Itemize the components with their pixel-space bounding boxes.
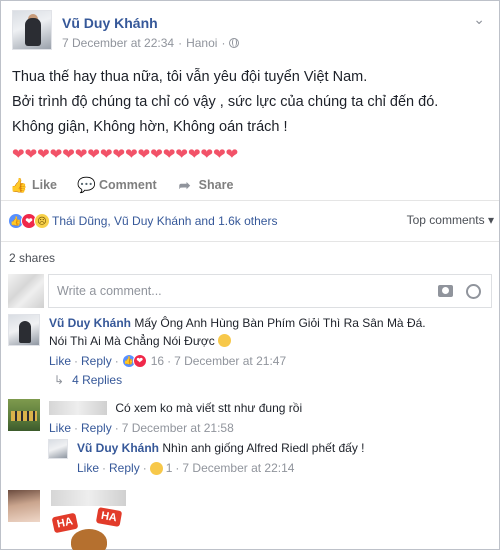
comment-content: Có xem ko mà viết stt như đung rồi Like …: [49, 399, 302, 437]
reply-reaction-count[interactable]: 1: [166, 459, 173, 477]
post-body: Thua thế hay thua nữa, tôi vẫn yêu đội t…: [12, 65, 492, 166]
blurred-author-name: [51, 490, 126, 506]
shares-count[interactable]: 2 shares: [9, 251, 55, 265]
comment-text-body: Có xem ko mà viết stt như đung rồi: [115, 401, 303, 415]
comment-input[interactable]: Write a comment...: [48, 274, 492, 308]
share-arrow-icon: ➦: [178, 176, 191, 193]
post-actions: 👍 Like 💬 Comment ➦ Share: [10, 172, 233, 198]
sticker-icon[interactable]: [466, 284, 481, 299]
haha-sticker: HA HA: [51, 507, 123, 550]
chevron-down-icon[interactable]: ⌄: [473, 11, 485, 28]
smirk-emoji-icon: [218, 334, 232, 347]
comment-text: Có xem ko mà viết stt như đung rồi: [49, 399, 302, 417]
like-button[interactable]: 👍 Like: [10, 177, 57, 194]
sad-reaction-icon: ☹: [34, 213, 50, 229]
post-line: Không giận, Không hờn, Không oán trách !: [12, 119, 288, 135]
reply-time[interactable]: 7 December at 22:14: [182, 459, 294, 477]
comment-time[interactable]: 7 December at 21:47: [174, 352, 286, 370]
comment-content: Vũ Duy Khánh Mấy Ông Anh Hùng Bàn Phím G…: [49, 314, 426, 370]
camera-icon[interactable]: [438, 285, 453, 297]
reply-avatar[interactable]: [48, 439, 68, 459]
header-text: Vũ Duy Khánh 7 December at 22:34 · Hanoi…: [62, 10, 240, 54]
meta-separator: ·: [221, 36, 226, 50]
haha-reaction-icon[interactable]: [149, 461, 163, 475]
post-header: Vũ Duy Khánh 7 December at 22:34 · Hanoi…: [12, 10, 240, 54]
reaction-icons[interactable]: 👍 ❤ ☹: [8, 213, 50, 229]
like-label: Like: [32, 178, 58, 192]
comment-time[interactable]: 7 December at 21:58: [122, 419, 234, 437]
comment-reactions[interactable]: 👍 ❤: [121, 354, 147, 368]
reply-meta: Like · Reply · 1 · 7 December at 22:14: [77, 459, 295, 477]
ha-text: HA: [95, 507, 123, 527]
comment-avatar[interactable]: [8, 314, 40, 346]
globe-icon: [229, 38, 240, 48]
comment-meta: Like · Reply · 👍 ❤ 16 · 7 December at 21…: [49, 352, 287, 370]
post-meta: 7 December at 22:34 · Hanoi ·: [62, 36, 240, 50]
meta-separator: ·: [178, 36, 183, 50]
comment-composer: Write a comment...: [8, 274, 492, 308]
comment-placeholder: Write a comment...: [57, 284, 162, 298]
reply-item: Vũ Duy Khánh Nhìn anh giống Alfred Riedl…: [48, 439, 365, 477]
comment-reply-link[interactable]: Reply: [81, 419, 112, 437]
comment-meta: Like · Reply · 7 December at 21:58: [49, 419, 234, 437]
reaction-summary: 👍 ❤ ☹ Thái Dũng, Vũ Duy Khánh and 1.6k o…: [8, 210, 494, 232]
comment-text-line2: Nói Thì Ai Mà Chẳng Nói Được: [49, 334, 215, 348]
post-location[interactable]: Hanoi: [186, 36, 217, 50]
reply-arrow-icon: ↳: [54, 373, 65, 387]
reaction-names[interactable]: Thái Dũng, Vũ Duy Khánh and 1.6k others: [52, 214, 277, 228]
comment-like-link[interactable]: Like: [49, 419, 71, 437]
top-comments-dropdown[interactable]: Top comments ▾: [407, 213, 494, 227]
viewer-avatar: [8, 274, 44, 308]
comment-item: Vũ Duy Khánh Mấy Ông Anh Hùng Bàn Phím G…: [8, 314, 426, 370]
replies-count: 4 Replies: [72, 373, 123, 387]
avatar-figure: [25, 18, 41, 46]
comment-item: Có xem ko mà viết stt như đung rồi Like …: [8, 399, 302, 437]
thumbs-up-icon: 👍: [10, 176, 28, 193]
laughing-dog-icon: [71, 529, 107, 550]
comment-button[interactable]: 💬 Comment: [77, 176, 157, 194]
view-replies-link[interactable]: ↳ 4 Replies: [54, 373, 122, 387]
post-line: Bởi trình độ chúng ta chỉ có vậy , sức l…: [12, 94, 439, 110]
divider: [1, 241, 499, 242]
comment-bubble-icon: 💬: [77, 177, 96, 194]
reply-content: Vũ Duy Khánh Nhìn anh giống Alfred Riedl…: [77, 439, 365, 477]
reply-author[interactable]: Vũ Duy Khánh: [77, 441, 159, 455]
reply-like-link[interactable]: Like: [77, 459, 99, 477]
share-label: Share: [198, 178, 234, 192]
avatar-figure: [19, 321, 31, 343]
comment-avatar[interactable]: [8, 490, 40, 522]
comment-label: Comment: [99, 178, 157, 192]
comment-reaction-count[interactable]: 16: [151, 352, 164, 370]
love-reaction-icon: ❤: [132, 354, 147, 368]
share-button[interactable]: ➦ Share: [177, 177, 234, 194]
reply-text: Vũ Duy Khánh Nhìn anh giống Alfred Riedl…: [77, 439, 365, 457]
comment-like-link[interactable]: Like: [49, 352, 71, 370]
author-name[interactable]: Vũ Duy Khánh: [62, 15, 239, 31]
post-line: Thua thế hay thua nữa, tôi vẫn yêu đội t…: [12, 69, 368, 85]
post-timestamp[interactable]: 7 December at 22:34: [62, 36, 174, 50]
author-avatar[interactable]: [12, 10, 52, 50]
comment-reply-link[interactable]: Reply: [81, 352, 112, 370]
hearts-emoji-row: ❤❤❤❤❤❤❤❤❤❤❤❤❤❤❤❤❤❤: [12, 146, 239, 163]
comment-text: Vũ Duy Khánh Mấy Ông Anh Hùng Bàn Phím G…: [49, 314, 426, 332]
ha-text: HA: [51, 512, 79, 534]
blurred-author-name: [49, 401, 107, 415]
comment-avatar[interactable]: [8, 399, 40, 431]
comment-text-continued: Nói Thì Ai Mà Chẳng Nói Được: [49, 332, 426, 350]
reply-reply-link[interactable]: Reply: [109, 459, 140, 477]
divider: [1, 200, 499, 201]
comment-text-line1: Mấy Ông Anh Hùng Bàn Phím Giỏi Thì Ra Sâ…: [134, 316, 426, 330]
reply-text-body: Nhìn anh giống Alfred Riedl phết đấy !: [162, 441, 365, 455]
comment-author[interactable]: Vũ Duy Khánh: [49, 316, 131, 330]
post-card: Vũ Duy Khánh 7 December at 22:34 · Hanoi…: [0, 0, 500, 550]
